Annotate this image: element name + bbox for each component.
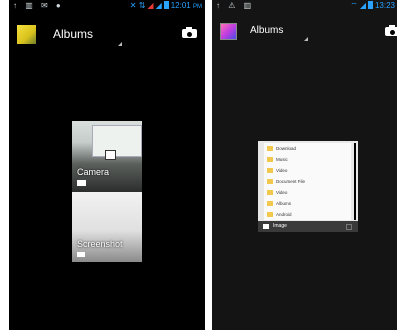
folder-item[interactable]: Document File xyxy=(264,176,351,187)
dropdown-arrow-icon[interactable] xyxy=(118,42,122,46)
folder-item[interactable]: Android xyxy=(264,209,351,220)
folder-name: Video xyxy=(276,168,288,173)
scrollbar[interactable] xyxy=(354,143,356,220)
resize-handle-icon[interactable] xyxy=(346,224,352,230)
folder-name: Music xyxy=(276,157,288,162)
signal-icon: ◢ xyxy=(359,1,366,10)
folder-name: Document File xyxy=(276,179,306,184)
folder-item[interactable]: Video xyxy=(264,165,351,176)
folder-icon xyxy=(267,157,273,162)
status-icons: ⌔ ◢ 13:23 xyxy=(350,1,395,11)
folder-icon xyxy=(263,224,269,229)
dropdown-arrow-icon[interactable] xyxy=(304,37,308,41)
notification-icons: ↑ ▥ ✉ ● xyxy=(13,1,64,10)
folder-icon xyxy=(267,190,273,195)
folder-item[interactable]: Music xyxy=(264,154,351,165)
phone-screen-left: ↑ ▥ ✉ ● ✕ ⇅ ◢ ◢ 12:01 PM Albums Camera Scre… xyxy=(9,0,205,330)
folder-list: Download Music Video Document File Video… xyxy=(264,143,351,220)
camera-icon[interactable] xyxy=(182,27,197,38)
folder-name: Download xyxy=(276,146,297,151)
folder-icon xyxy=(267,179,273,184)
status-bar: ↑ ▥ ✉ ● ✕ ⇅ ◢ ◢ 12:01 PM xyxy=(9,0,205,13)
wifi-icon: ⌔ xyxy=(350,1,358,10)
album-thumbnail xyxy=(92,125,142,157)
folder-icon xyxy=(267,212,273,217)
status-icons: ✕ ⇅ ◢ ◢ 12:01 PM xyxy=(130,1,202,10)
folder-item[interactable]: Video xyxy=(264,187,351,198)
action-bar: Albums xyxy=(9,14,205,54)
camera-icon[interactable] xyxy=(385,25,397,36)
album-screenshot[interactable]: Screenshot xyxy=(72,192,142,262)
phone-screen-right: ↑ ⚠ ▥ ⌔ ◢ 13:23 Albums Download Music Vide… xyxy=(212,0,397,330)
status-ampm: PM xyxy=(193,4,202,10)
album-camera[interactable]: Camera xyxy=(72,121,142,193)
camera-album-icon xyxy=(77,180,86,186)
dialog-footer[interactable]: Image xyxy=(258,221,358,232)
albums-title[interactable]: Albums xyxy=(53,27,93,41)
albums-title[interactable]: Albums xyxy=(250,25,283,36)
folder-icon xyxy=(267,201,273,206)
action-bar: Albums xyxy=(212,14,397,54)
folder-picker-dialog: Download Music Video Document File Video… xyxy=(258,141,358,232)
signal2-icon: ◢ xyxy=(155,1,162,10)
status-time: 13:23 xyxy=(374,1,395,10)
status-bar: ↑ ⚠ ▥ ⌔ ◢ 13:23 xyxy=(212,0,397,13)
status-time: 12:01 xyxy=(170,1,191,10)
folder-icon xyxy=(267,168,273,173)
album-label: Screenshot xyxy=(77,239,123,249)
folder-name: Video xyxy=(276,190,288,195)
folder-item[interactable]: Albums xyxy=(264,198,351,209)
signal-icon: ✕ ⇅ xyxy=(129,1,146,10)
folder-item[interactable]: Download xyxy=(264,143,351,154)
folder-icon xyxy=(267,146,273,151)
gallery-app-icon[interactable] xyxy=(220,23,237,40)
album-label: Camera xyxy=(77,167,110,177)
battery-icon xyxy=(367,1,373,9)
album-thumbnail-detail xyxy=(105,150,116,160)
folder-name: Albums xyxy=(276,201,292,206)
battery-icon xyxy=(163,1,169,9)
notification-icons: ↑ ⚠ ▥ xyxy=(216,1,255,10)
folder-icon xyxy=(77,252,85,257)
gallery-app-icon[interactable] xyxy=(17,25,36,44)
folder-name: Android xyxy=(276,212,292,217)
footer-label: Image xyxy=(273,223,287,229)
signal-red-icon: ◢ xyxy=(147,1,154,10)
